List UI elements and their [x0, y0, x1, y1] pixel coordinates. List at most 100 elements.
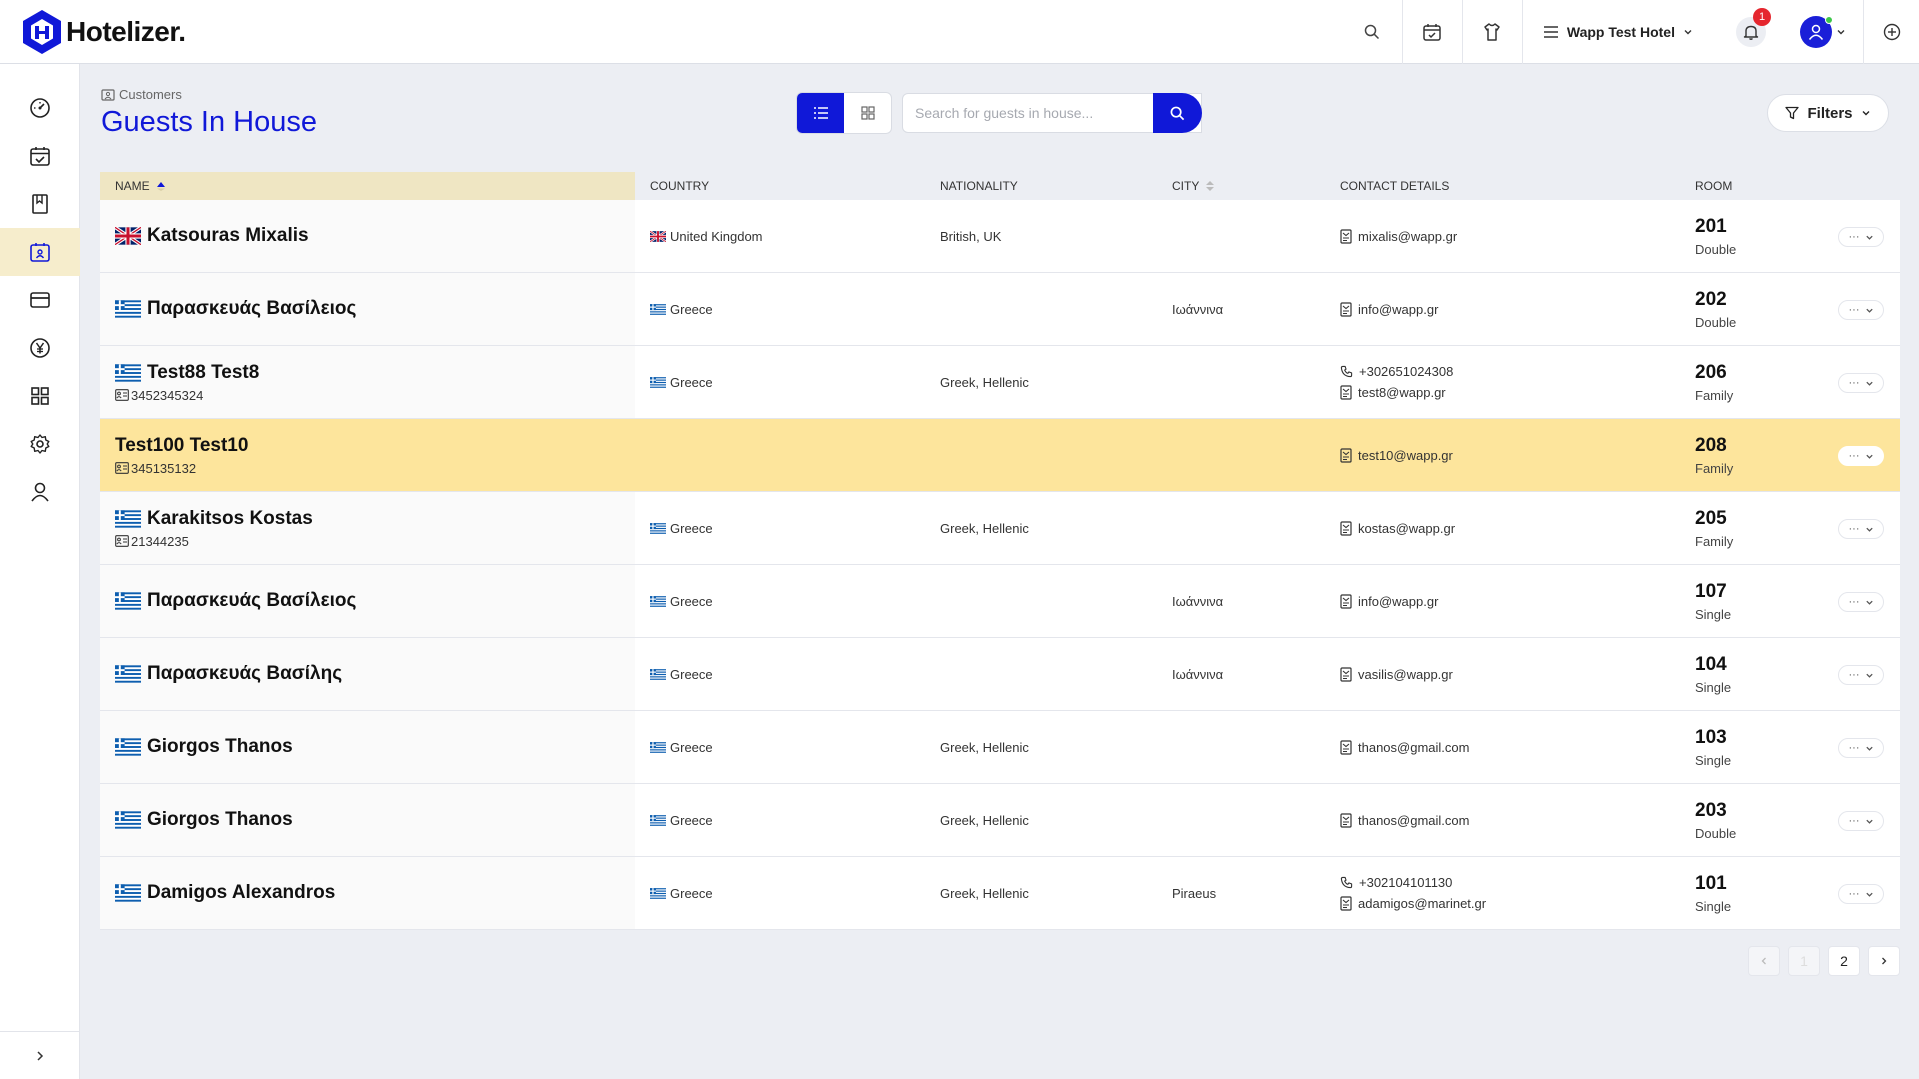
chevron-down-icon [1865, 746, 1873, 751]
city-value: Ιωάννινα [1172, 666, 1224, 682]
filters-button[interactable]: Filters [1767, 94, 1889, 132]
email-value[interactable]: thanos@gmail.com [1358, 813, 1469, 828]
sidebar-expand-button[interactable] [0, 1031, 80, 1079]
more-dots-icon: ··· [1848, 888, 1860, 900]
page-button-1[interactable]: 1 [1788, 946, 1820, 976]
guest-name[interactable]: Giorgos Thanos [147, 809, 293, 831]
chevron-down-icon [1865, 527, 1873, 532]
guest-name[interactable]: Παρασκευάς Βασίλης [147, 663, 342, 685]
row-actions-button[interactable]: ··· [1838, 811, 1884, 831]
prev-page-button[interactable] [1748, 946, 1780, 976]
email-value[interactable]: thanos@gmail.com [1358, 740, 1469, 755]
table-row[interactable]: Test100 Test10 345135132 test10@wapp.gr 208… [100, 419, 1900, 492]
email-value[interactable]: kostas@wapp.gr [1358, 521, 1455, 536]
row-actions-button[interactable]: ··· [1838, 884, 1884, 904]
table-row[interactable]: Katsouras Mixalis United Kingdom British, … [100, 200, 1900, 273]
sidebar-item-settings[interactable] [0, 420, 80, 468]
email-value[interactable]: adamigos@marinet.gr [1358, 896, 1486, 911]
page-button-2[interactable]: 2 [1828, 946, 1860, 976]
chevron-down-icon [1865, 673, 1873, 678]
sidebar-item-bookings[interactable] [0, 132, 80, 180]
table-row[interactable]: Παρασκευάς Βασίλης Greece Ιωάννινα vasilis@… [100, 638, 1900, 711]
email-value[interactable]: test8@wapp.gr [1358, 385, 1446, 400]
row-actions-button[interactable]: ··· [1838, 592, 1884, 612]
table-row[interactable]: Damigos Alexandros Greece Greek, Hellenic P… [100, 857, 1900, 930]
nationality-cell: Greek, Hellenic [925, 784, 1157, 856]
table-row[interactable]: Giorgos Thanos Greece Greek, Hellenic thano… [100, 711, 1900, 784]
guest-name[interactable]: Παρασκευάς Βασίλειος [147, 590, 356, 612]
flag-icon [115, 592, 141, 610]
country-cell: Greece [635, 565, 925, 637]
sidebar-item-reservations[interactable] [0, 180, 80, 228]
hotel-selector[interactable]: Wapp Test Hotel [1521, 0, 1719, 64]
pagination: 1 2 [1748, 946, 1900, 976]
more-dots-icon: ··· [1848, 231, 1860, 243]
row-actions-button[interactable]: ··· [1838, 519, 1884, 539]
row-actions-button[interactable]: ··· [1838, 300, 1884, 320]
email-value[interactable]: test10@wapp.gr [1358, 448, 1453, 463]
top-bar: Hotelizer. Wapp Test Hotel 1 [0, 0, 1919, 64]
name-cell: Giorgos Thanos [100, 784, 635, 856]
country-cell: Greece [635, 492, 925, 564]
row-actions-button[interactable]: ··· [1838, 446, 1884, 466]
guests-table: NAME COUNTRY NATIONALITY CITY CONTACT DE… [100, 172, 1900, 930]
sidebar-item-guests-in-house[interactable] [0, 228, 80, 276]
column-header-city[interactable]: CITY [1157, 172, 1325, 200]
grid-icon [860, 106, 875, 120]
column-header-country: COUNTRY [650, 179, 710, 193]
user-menu[interactable] [1783, 0, 1863, 64]
phone-value[interactable]: +302651024308 [1359, 364, 1453, 379]
grid-view-button[interactable] [844, 93, 891, 133]
guest-name[interactable]: Παρασκευάς Βασίλειος [147, 298, 356, 320]
chevron-down-icon [1865, 308, 1873, 313]
sidebar-item-apps[interactable] [0, 372, 80, 420]
column-header-name[interactable]: NAME [100, 172, 635, 200]
housekeeping-button[interactable] [1461, 0, 1522, 64]
country-flag-icon [650, 230, 666, 242]
phone-value[interactable]: +302104101130 [1359, 875, 1452, 890]
email-value[interactable]: vasilis@wapp.gr [1358, 667, 1453, 682]
sidebar-item-dashboard[interactable] [0, 84, 80, 132]
row-actions-button[interactable]: ··· [1838, 227, 1884, 247]
search-button[interactable] [1153, 93, 1202, 133]
id-card-icon [115, 462, 129, 474]
city-value: Piraeus [1172, 885, 1217, 901]
nationality-value: British, UK [940, 228, 1002, 244]
table-row[interactable]: Παρασκευάς Βασίλειος Greece Ιωάννινα info@w… [100, 565, 1900, 638]
table-row[interactable]: Παρασκευάς Βασίλειος Greece Ιωάννινα info@w… [100, 273, 1900, 346]
email-value[interactable]: info@wapp.gr [1358, 302, 1438, 317]
calendar-button[interactable] [1401, 0, 1462, 64]
notification-badge: 1 [1753, 8, 1771, 26]
next-page-button[interactable] [1868, 946, 1900, 976]
search-icon [1170, 106, 1185, 120]
guest-name[interactable]: Damigos Alexandros [147, 882, 335, 904]
row-actions-button[interactable]: ··· [1838, 665, 1884, 685]
country-cell: Greece [635, 711, 925, 783]
logo[interactable]: Hotelizer. [20, 0, 186, 64]
guest-name[interactable]: Katsouras Mixalis [147, 225, 309, 247]
row-actions-button[interactable]: ··· [1838, 738, 1884, 758]
guests-in-house-icon [30, 243, 50, 262]
sidebar-item-profile[interactable] [0, 468, 80, 516]
email-value[interactable]: mixalis@wapp.gr [1358, 229, 1457, 244]
sidebar-item-payments[interactable] [0, 276, 80, 324]
sidebar-item-finance[interactable] [0, 324, 80, 372]
app-name: Hotelizer. [66, 15, 186, 47]
city-cell [1157, 711, 1325, 783]
add-button[interactable] [1863, 0, 1919, 64]
guest-name[interactable]: Karakitsos Kostas [147, 508, 313, 530]
guest-name[interactable]: Giorgos Thanos [147, 736, 293, 758]
table-row[interactable]: Test88 Test8 3452345324 Greece Greek, Helle… [100, 346, 1900, 419]
list-view-button[interactable] [797, 93, 844, 133]
guest-name[interactable]: Test100 Test10 [115, 435, 248, 457]
table-row[interactable]: Karakitsos Kostas 21344235 Greece Greek, He… [100, 492, 1900, 565]
notifications-button[interactable]: 1 [1719, 0, 1783, 64]
city-cell: Ιωάννινα [1157, 565, 1325, 637]
breadcrumb[interactable]: Customers [101, 87, 182, 102]
email-value[interactable]: info@wapp.gr [1358, 594, 1438, 609]
row-actions-button[interactable]: ··· [1838, 373, 1884, 393]
contact-cell: +302651024308 test8@wapp.gr [1325, 346, 1680, 418]
guest-name[interactable]: Test88 Test8 [147, 362, 259, 384]
top-search-button[interactable] [1342, 0, 1402, 64]
table-row[interactable]: Giorgos Thanos Greece Greek, Hellenic thano… [100, 784, 1900, 857]
